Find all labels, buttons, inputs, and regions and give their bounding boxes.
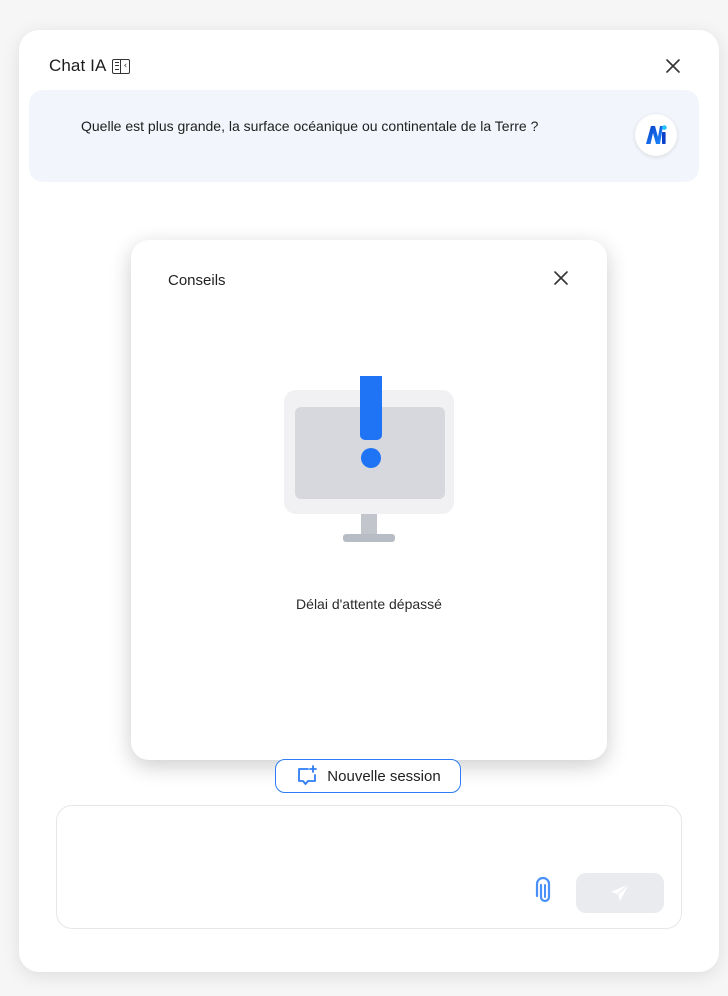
tips-dialog: Conseils Délai d'attente dépassé <box>131 240 607 760</box>
message-input[interactable] <box>71 818 665 872</box>
send-button[interactable] <box>576 873 664 913</box>
monitor-alert-icon <box>284 376 454 542</box>
ai-logo-icon <box>646 125 667 144</box>
sidebar-collapse-icon[interactable]: ‹ <box>112 58 131 74</box>
chat-header: Chat IA ‹ <box>49 54 131 78</box>
assistant-avatar <box>635 114 677 156</box>
panel-title: Chat IA <box>49 56 107 75</box>
new-session-button[interactable]: Nouvelle session <box>275 759 461 793</box>
message-composer <box>56 805 682 929</box>
user-message-text: Quelle est plus grande, la surface océan… <box>81 118 539 134</box>
new-session-label: Nouvelle session <box>327 767 441 785</box>
close-icon[interactable] <box>551 268 571 288</box>
close-icon[interactable] <box>663 56 683 76</box>
chat-add-icon <box>298 765 318 785</box>
dialog-title: Conseils <box>168 272 226 289</box>
timeout-message: Délai d'attente dépassé <box>296 596 442 612</box>
send-icon <box>611 883 630 901</box>
paperclip-icon[interactable] <box>534 876 556 906</box>
user-message: Quelle est plus grande, la surface océan… <box>29 90 699 182</box>
chat-panel: Chat IA ‹ Quelle est plus grande, la sur… <box>19 30 719 972</box>
